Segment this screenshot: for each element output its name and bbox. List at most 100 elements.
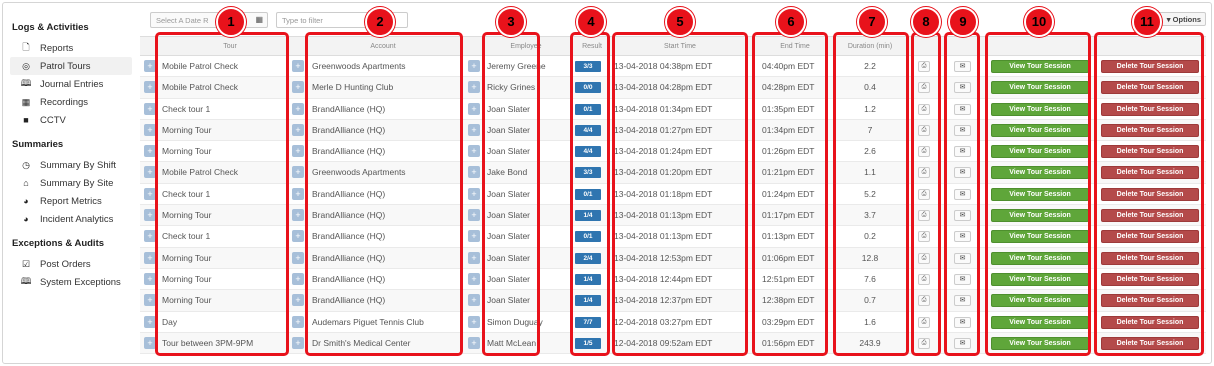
header-start-time[interactable]: Start Time — [615, 37, 745, 57]
expand-employee-button[interactable]: + — [468, 294, 480, 307]
header-end-time[interactable]: End Time — [755, 37, 835, 57]
envelope-icon[interactable]: ✉ — [954, 146, 971, 158]
expand-account-button[interactable]: + — [292, 145, 304, 158]
envelope-icon[interactable]: ✉ — [954, 82, 971, 94]
employee-cell[interactable]: Simon Duguay — [487, 312, 572, 333]
account-cell[interactable]: BrandAlliance (HQ) — [312, 120, 462, 141]
view-tour-session-button[interactable]: View Tour Session — [991, 251, 1089, 265]
pdf-icon[interactable]: ⎙ — [918, 61, 930, 72]
pdf-icon[interactable]: ⎙ — [918, 210, 930, 222]
sidebar-item-incident-analytics[interactable]: ◕ Incident Analytics — [10, 210, 132, 228]
employee-cell[interactable]: Joan Slater — [487, 141, 572, 162]
pdf-icon[interactable]: ⎙ — [918, 103, 930, 115]
account-cell[interactable]: BrandAlliance (HQ) — [312, 248, 462, 269]
sidebar-item-cctv[interactable]: ■ CCTV — [10, 111, 132, 129]
expand-account-button[interactable]: + — [292, 123, 304, 136]
tour-cell[interactable]: Check tour 1 — [162, 184, 286, 205]
view-tour-session-button[interactable]: View Tour Session — [991, 336, 1089, 350]
view-tour-session-button[interactable]: View Tour Session — [991, 81, 1089, 95]
employee-cell[interactable]: Joan Slater — [487, 205, 572, 226]
expand-account-button[interactable]: + — [292, 102, 304, 115]
expand-tour-button[interactable]: + — [144, 102, 156, 115]
sidebar-item-system-exceptions[interactable]: 🕮 System Exceptions — [10, 273, 132, 291]
sidebar-item-reports[interactable]: 🗋 Reports — [10, 39, 132, 57]
tour-cell[interactable]: Mobile Patrol Check — [162, 56, 286, 77]
sidebar-item-patrol-tours[interactable]: ◎ Patrol Tours — [10, 57, 132, 75]
account-cell[interactable]: Merle D Hunting Club — [312, 77, 462, 98]
employee-cell[interactable]: Jake Bond — [487, 162, 572, 183]
delete-tour-session-button[interactable]: Delete Tour Session — [1101, 294, 1199, 308]
pdf-icon[interactable]: ⎙ — [918, 146, 930, 158]
view-tour-session-button[interactable]: View Tour Session — [991, 60, 1089, 73]
pdf-icon[interactable]: ⎙ — [918, 316, 930, 328]
tour-cell[interactable]: Tour between 3PM-9PM — [162, 333, 286, 354]
account-cell[interactable]: BrandAlliance (HQ) — [312, 269, 462, 290]
delete-tour-session-button[interactable]: Delete Tour Session — [1101, 251, 1199, 265]
header-result[interactable]: Result — [572, 37, 612, 57]
tour-cell[interactable]: Mobile Patrol Check — [162, 162, 286, 183]
expand-tour-button[interactable]: + — [144, 187, 156, 200]
expand-account-button[interactable]: + — [292, 81, 304, 94]
view-tour-session-button[interactable]: View Tour Session — [991, 209, 1089, 223]
delete-tour-session-button[interactable]: Delete Tour Session — [1101, 315, 1199, 329]
date-range-input[interactable]: Select A Date R ▦ — [150, 12, 268, 28]
envelope-icon[interactable]: ✉ — [954, 273, 971, 285]
expand-account-button[interactable]: + — [292, 315, 304, 328]
sidebar-item-journal-entries[interactable]: 🕮 Journal Entries — [10, 75, 132, 93]
calendar-icon[interactable]: ▦ — [255, 15, 263, 24]
employee-cell[interactable]: Joan Slater — [487, 269, 572, 290]
view-tour-session-button[interactable]: View Tour Session — [991, 272, 1089, 286]
expand-tour-button[interactable]: + — [144, 230, 156, 243]
delete-tour-session-button[interactable]: Delete Tour Session — [1101, 209, 1199, 223]
expand-tour-button[interactable]: + — [144, 272, 156, 285]
envelope-icon[interactable]: ✉ — [954, 103, 971, 115]
employee-cell[interactable]: Jeremy Greene — [487, 56, 572, 77]
account-cell[interactable]: Dr Smith's Medical Center — [312, 333, 462, 354]
header-employee[interactable]: Employee — [486, 37, 566, 57]
account-cell[interactable]: BrandAlliance (HQ) — [312, 290, 462, 311]
sidebar-item-recordings[interactable]: ▦ Recordings — [10, 93, 132, 111]
view-tour-session-button[interactable]: View Tour Session — [991, 123, 1089, 137]
expand-account-button[interactable]: + — [292, 336, 304, 349]
tour-cell[interactable]: Morning Tour — [162, 269, 286, 290]
envelope-icon[interactable]: ✉ — [954, 337, 971, 349]
expand-account-button[interactable]: + — [292, 187, 304, 200]
expand-employee-button[interactable]: + — [468, 60, 480, 72]
envelope-icon[interactable]: ✉ — [954, 295, 971, 307]
options-button[interactable]: ▾ Options — [1156, 12, 1206, 26]
employee-cell[interactable]: Joan Slater — [487, 226, 572, 247]
header-duration[interactable]: Duration (min) — [835, 37, 905, 57]
pdf-icon[interactable]: ⎙ — [918, 82, 930, 94]
account-cell[interactable]: BrandAlliance (HQ) — [312, 99, 462, 120]
expand-account-button[interactable]: + — [292, 272, 304, 285]
expand-tour-button[interactable]: + — [144, 123, 156, 136]
employee-cell[interactable]: Joan Slater — [487, 99, 572, 120]
expand-account-button[interactable]: + — [292, 230, 304, 243]
employee-cell[interactable]: Joan Slater — [487, 248, 572, 269]
delete-tour-session-button[interactable]: Delete Tour Session — [1101, 102, 1199, 116]
delete-tour-session-button[interactable]: Delete Tour Session — [1101, 166, 1199, 180]
delete-tour-session-button[interactable]: Delete Tour Session — [1101, 60, 1199, 73]
view-tour-session-button[interactable]: View Tour Session — [991, 230, 1089, 244]
expand-tour-button[interactable]: + — [144, 294, 156, 307]
header-account[interactable]: Account — [308, 37, 458, 57]
delete-tour-session-button[interactable]: Delete Tour Session — [1101, 272, 1199, 286]
tour-cell[interactable]: Morning Tour — [162, 290, 286, 311]
pdf-icon[interactable]: ⎙ — [918, 167, 930, 179]
expand-employee-button[interactable]: + — [468, 102, 480, 115]
expand-tour-button[interactable]: + — [144, 251, 156, 264]
account-cell[interactable]: BrandAlliance (HQ) — [312, 205, 462, 226]
expand-employee-button[interactable]: + — [468, 145, 480, 158]
envelope-icon[interactable]: ✉ — [954, 231, 971, 243]
expand-account-button[interactable]: + — [292, 294, 304, 307]
view-tour-session-button[interactable]: View Tour Session — [991, 102, 1089, 116]
tour-cell[interactable]: Check tour 1 — [162, 99, 286, 120]
delete-tour-session-button[interactable]: Delete Tour Session — [1101, 81, 1199, 95]
view-tour-session-button[interactable]: View Tour Session — [991, 294, 1089, 308]
sidebar-item-post-orders[interactable]: ☑ Post Orders — [10, 255, 132, 273]
account-cell[interactable]: Greenwoods Apartments — [312, 162, 462, 183]
sidebar-item-report-metrics[interactable]: ◕ Report Metrics — [10, 192, 132, 210]
envelope-icon[interactable]: ✉ — [954, 167, 971, 179]
tour-cell[interactable]: Morning Tour — [162, 120, 286, 141]
expand-tour-button[interactable]: + — [144, 209, 156, 222]
